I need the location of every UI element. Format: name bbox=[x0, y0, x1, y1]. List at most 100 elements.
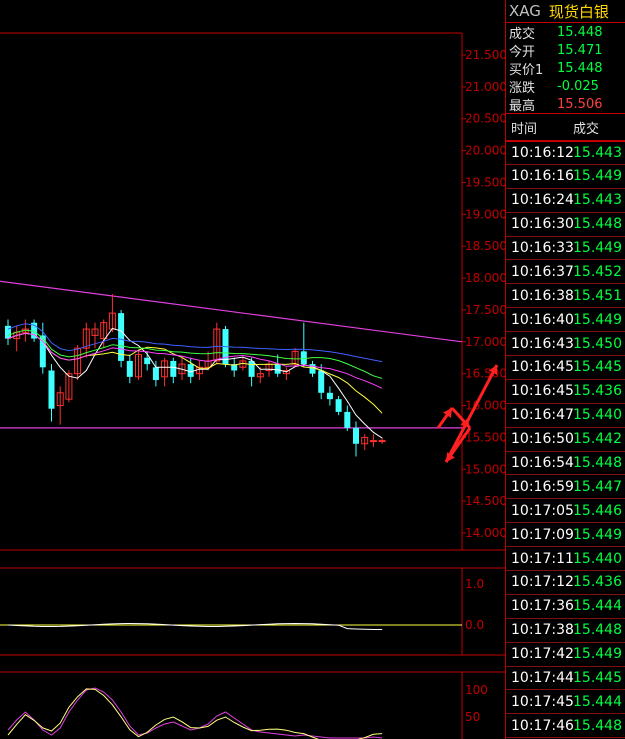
price-tick-label: 21.500 bbox=[465, 48, 505, 62]
kdj-d-line bbox=[7, 688, 383, 739]
candle-body bbox=[5, 325, 11, 339]
tick-row[interactable]: 10:16:45 15.436 bbox=[506, 380, 625, 404]
price-tick-label: 17.000 bbox=[465, 335, 505, 349]
candle-body bbox=[335, 399, 342, 412]
tick-price: 15.440 bbox=[573, 407, 622, 424]
tick-time: 10:16:59 bbox=[511, 478, 574, 495]
tick-row[interactable]: 10:17:38 15.448 bbox=[506, 619, 625, 643]
candlestick-chart[interactable]: 21.500 21.000 20.500 20.000 19.500 19.000 18.5… bbox=[0, 0, 505, 739]
tick-price: 15.448 bbox=[573, 622, 622, 639]
tick-time: 10:16:24 bbox=[511, 192, 574, 209]
tick-row[interactable]: 10:17:46 15.448 bbox=[506, 714, 625, 739]
candle-body bbox=[318, 370, 325, 393]
quote-value: 15.471 bbox=[557, 42, 603, 58]
tick-price: 15.449 bbox=[573, 311, 622, 328]
tick-time: 10:17:42 bbox=[511, 646, 574, 663]
tick-price: 15.448 bbox=[573, 717, 622, 734]
tick-row[interactable]: 10:16:45 15.445 bbox=[506, 356, 625, 380]
tick-row[interactable]: 10:16:30 15.448 bbox=[506, 213, 625, 237]
tick-row[interactable]: 10:16:47 15.440 bbox=[506, 404, 625, 428]
tick-row[interactable]: 10:16:54 15.448 bbox=[506, 452, 625, 476]
price-tick-label: 14.500 bbox=[465, 494, 505, 508]
tick-row[interactable]: 10:17:09 15.449 bbox=[506, 523, 625, 548]
tick-time: 10:17:09 bbox=[511, 526, 574, 543]
tick-price: 15.444 bbox=[573, 598, 622, 615]
quote-row: 买价1 15.448 bbox=[506, 59, 625, 78]
quote-label: 今开 bbox=[509, 44, 536, 60]
candle-body bbox=[48, 370, 55, 409]
indicator2-tick-label: 100 bbox=[465, 683, 488, 697]
candle-body bbox=[152, 367, 159, 381]
symbol-code: XAG bbox=[509, 2, 541, 20]
tick-price: 15.443 bbox=[573, 192, 622, 209]
tick-row[interactable]: 10:17:42 15.449 bbox=[506, 643, 625, 667]
tick-price: 15.448 bbox=[573, 455, 622, 472]
candle-body bbox=[126, 360, 133, 377]
tick-time: 10:17:12 bbox=[511, 574, 574, 591]
quote-value: 15.448 bbox=[557, 24, 603, 40]
tick-time: 10:16:12 bbox=[511, 144, 574, 161]
tick-row[interactable]: 10:16:16 15.449 bbox=[506, 165, 625, 189]
price-tick-label: 17.500 bbox=[465, 303, 505, 317]
tick-time: 10:16:30 bbox=[511, 216, 574, 233]
quote-label: 买价1 bbox=[509, 62, 544, 78]
tick-price: 15.445 bbox=[573, 359, 622, 376]
price-tick-label: 21.000 bbox=[465, 80, 505, 94]
price-tick-label: 18.500 bbox=[465, 239, 505, 253]
quote-value: 15.448 bbox=[557, 60, 603, 76]
tick-row[interactable]: 10:16:59 15.447 bbox=[506, 475, 625, 500]
tick-row[interactable]: 10:17:36 15.444 bbox=[506, 595, 625, 619]
tick-time: 10:16:50 bbox=[511, 431, 574, 448]
tick-list[interactable]: 10:16:12 15.443 10:16:16 15.449 10:16:24 15.4… bbox=[506, 141, 625, 739]
tick-price: 15.436 bbox=[573, 574, 622, 591]
tick-price: 15.444 bbox=[573, 693, 622, 710]
ticks-header: 时间 成交 bbox=[506, 114, 625, 141]
tick-row[interactable]: 10:16:37 15.452 bbox=[506, 260, 625, 285]
candle-body bbox=[187, 364, 194, 377]
tick-price: 15.443 bbox=[573, 144, 622, 161]
ma20-line bbox=[7, 332, 383, 389]
tick-price: 15.436 bbox=[573, 383, 622, 400]
price-tick-label: 16.000 bbox=[465, 399, 505, 413]
tick-row[interactable]: 10:17:11 15.440 bbox=[506, 547, 625, 572]
tick-time: 10:17:46 bbox=[511, 717, 574, 734]
tick-time: 10:16:37 bbox=[511, 263, 574, 280]
tick-row[interactable]: 10:16:24 15.443 bbox=[506, 189, 625, 213]
tick-row[interactable]: 10:16:33 15.449 bbox=[506, 237, 625, 261]
price-tick-label: 15.500 bbox=[465, 430, 505, 444]
tick-row[interactable]: 10:16:50 15.442 bbox=[506, 428, 625, 452]
tick-row[interactable]: 10:17:12 15.436 bbox=[506, 571, 625, 595]
tick-time: 10:16:40 bbox=[511, 311, 574, 328]
tick-row[interactable]: 10:16:12 15.443 bbox=[506, 141, 625, 165]
tick-price: 15.449 bbox=[573, 168, 622, 185]
tick-row[interactable]: 10:17:05 15.446 bbox=[506, 499, 625, 524]
tick-time: 10:17:38 bbox=[511, 622, 574, 639]
tick-row[interactable]: 10:17:45 15.444 bbox=[506, 690, 625, 715]
tick-time: 10:16:47 bbox=[511, 407, 574, 424]
tick-row[interactable]: 10:16:43 15.450 bbox=[506, 332, 625, 357]
quote-label: 最高 bbox=[509, 98, 536, 114]
candle-body bbox=[369, 440, 377, 443]
price-tick-label: 19.500 bbox=[465, 175, 505, 189]
tick-row[interactable]: 10:16:38 15.451 bbox=[506, 284, 625, 309]
candle-body bbox=[170, 360, 177, 377]
candle-body bbox=[378, 440, 386, 443]
indicator2-tick-label: 50 bbox=[465, 710, 480, 724]
tick-time: 10:16:38 bbox=[511, 287, 574, 304]
candle-body bbox=[248, 360, 255, 377]
ticks-header-price: 成交 bbox=[573, 121, 600, 137]
price-tick-label: 19.000 bbox=[465, 207, 505, 221]
price-tick-label: 16.500 bbox=[465, 367, 505, 381]
price-tick-label: 15.000 bbox=[465, 462, 505, 476]
candle-body bbox=[326, 392, 333, 400]
ma5-line bbox=[7, 327, 383, 439]
tick-row[interactable]: 10:17:44 15.445 bbox=[506, 667, 625, 691]
candle-body bbox=[353, 427, 359, 444]
quote-label: 成交 bbox=[509, 26, 536, 42]
tick-price: 15.442 bbox=[573, 431, 622, 448]
tick-row[interactable]: 10:16:40 15.449 bbox=[506, 308, 625, 333]
quote-sidebar: XAG 现货白银 成交 15.448 今开 15.471 买价1 15.448 涨跌 -0.0… bbox=[505, 0, 625, 739]
tick-time: 10:17:36 bbox=[511, 598, 574, 615]
tick-price: 15.447 bbox=[573, 478, 622, 495]
quote-row: 涨跌 -0.025 bbox=[506, 77, 625, 96]
